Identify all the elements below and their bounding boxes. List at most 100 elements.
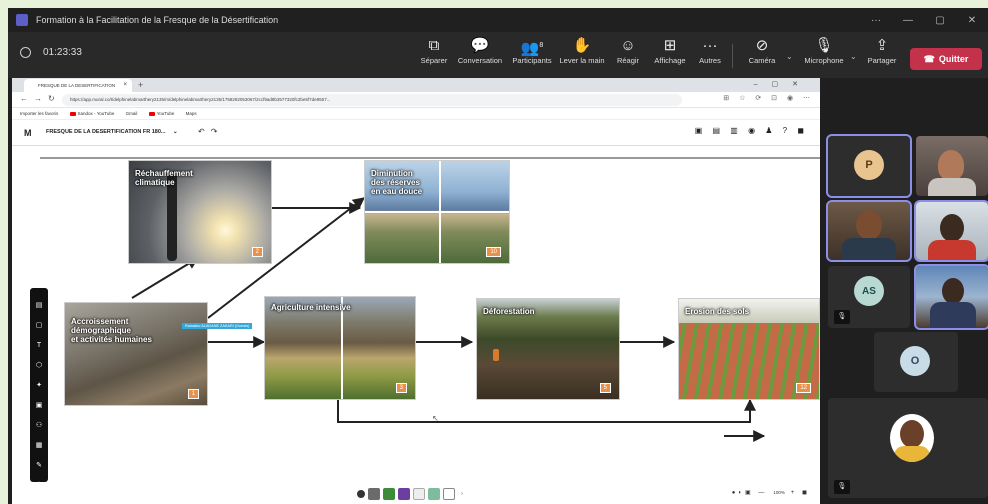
camera-options-chevron-icon[interactable]: ⌄ [786,52,793,61]
presence-icon[interactable] [357,490,365,498]
sticky-note-icon[interactable]: ▢ [36,316,43,336]
url-field[interactable]: https://app.mural.co/t/delphinelabmarthe… [62,94,682,106]
browser-extension-icons[interactable]: ⊞ ☆ ⟳ ⊡ ◉ ⋯ [723,94,814,102]
participant-tile-p[interactable]: P [826,134,912,198]
grid-icon: ⊞ [663,37,677,54]
raise-hand-icon: ✋ [572,37,592,54]
participants-label: Participants [512,56,552,65]
participants-gallery: P AS 🎙 O 🎙 [820,78,988,504]
collaborator-avatar[interactable] [443,488,455,500]
card-photo [265,297,415,399]
more-options-icon[interactable]: ··· [860,15,892,26]
person-face [942,278,964,304]
conversation-button[interactable]: 💬 Conversation [452,36,508,74]
bookmark-youtube-label: YouTube [156,111,175,116]
participant-tile-o[interactable]: O [874,332,958,392]
card-label: Agriculture intensive [271,303,351,312]
microphone-button[interactable]: 🎙 Microphone [796,36,852,74]
image-icon[interactable]: ▣ [36,396,43,416]
participant-video-tile[interactable] [914,200,988,262]
avatar-initials: AS [862,285,876,297]
bookmark-maps[interactable]: Maps [186,111,197,116]
partager-button[interactable]: ⇪ Partager [854,36,910,74]
mural-left-toolbar: ▤ ▢ T ⬡ ✦ ▣ ⚇ ▦ ✎ ⇩ [30,288,48,489]
person-body [930,302,976,328]
tab-title: FRESQUE DE LA DESERTIFICATION [38,83,116,88]
collaborator-avatar[interactable] [413,488,425,500]
person-body [928,240,976,260]
avatar-photo [890,414,934,462]
window-title: Formation à la Facilitation de la Fresqu… [36,15,279,25]
templates-icon[interactable]: ▤ [36,296,43,316]
undo-redo-icons[interactable]: ↶↷ [198,127,223,136]
mic-muted-icon: 🎙 [834,480,850,494]
person-figure [493,349,499,361]
shapes-icon[interactable]: ⬡ [36,356,42,376]
people-icon: 👥8 [520,40,544,57]
icons-icon[interactable]: ✦ [36,376,42,396]
participant-tile-as[interactable]: AS 🎙 [828,266,910,328]
reagir-label: Réagir [616,56,640,65]
avatar: P [854,150,884,180]
bookmark-import[interactable]: Importer les favoris [20,111,58,116]
card-label: Réchauffement climatique [135,169,193,188]
camera-off-icon: ⊘ [755,37,769,54]
card-deforestation[interactable]: Déforestation 5 [476,298,620,400]
quit-button[interactable]: ☎ Quitter [910,48,982,70]
browser-nav-icons[interactable]: ←→↻ [20,94,61,103]
window-controls: ··· — ▢ ✕ [860,8,988,32]
bookmarks-bar: Importer les favoris Sandox - YouTube Gm… [12,108,820,120]
tab-close-icon[interactable]: × [123,79,127,92]
meeting-toolbar: 01:23:33 ⧉ Séparer 💬 Conversation 👥8 Par… [8,32,988,78]
bookmark-gmail[interactable]: Gmail [126,111,138,116]
card-number-badge: 5 [599,383,611,393]
avatar: O [900,346,930,376]
browser-tab[interactable]: FRESQUE DE LA DESERTIFICATION × [24,79,132,92]
card-accroissement[interactable]: Accroissement démographique et activités… [64,302,208,406]
table-icon[interactable]: ▦ [36,436,43,456]
close-icon[interactable]: ✕ [956,15,988,26]
conversation-label: Conversation [457,56,503,65]
minimize-icon[interactable]: — [892,15,924,26]
card-agriculture[interactable]: Agriculture intensive 3 [264,296,416,400]
mural-logo[interactable]: M [24,128,32,138]
participants-button[interactable]: 👥8 Participants [504,36,560,74]
title-bar: Formation à la Facilitation de la Fresqu… [8,8,988,32]
diagram-icon[interactable]: ⚇ [36,416,42,436]
mural-canvas[interactable]: Réchauffement climatique 2 Diminution de… [12,146,820,504]
card-diminution[interactable]: Diminution des réserves en eau douce 10 [364,160,510,264]
text-icon[interactable]: T [37,336,41,356]
bookmark-sandox[interactable]: Sandox - YouTube [69,111,114,116]
camera-button[interactable]: ⊘ Caméra [734,36,790,74]
collaborator-avatar[interactable] [398,488,410,500]
share-icon: ⇪ [875,37,889,54]
participant-video-tile[interactable]: 🎙 [828,398,988,498]
mural-tool-icons[interactable]: ▣ ▤ ▥ ◉ ♟ ? ◼ [695,126,808,135]
collaborator-avatar[interactable] [368,488,380,500]
person-face [938,150,964,180]
card-number-badge: 3 [395,383,407,393]
collaborator-avatar[interactable] [428,488,440,500]
avatar-initials: O [910,355,920,367]
zoom-controls[interactable]: ●◐▣ —100% + ◼ [732,489,810,496]
mural-bottom-bar: › ●◐▣ —100% + ◼ [12,486,820,504]
browser-window-controls[interactable]: –▢✕ [754,78,812,92]
collaborator-avatar[interactable] [383,488,395,500]
person-face [940,214,964,242]
chat-icon: 💬 [470,37,490,54]
card-rechauffement[interactable]: Réchauffement climatique 2 [128,160,272,264]
card-erosion[interactable]: Erosion des sols 12 [678,298,820,400]
chevron-right-icon[interactable]: › [458,488,466,500]
autres-button[interactable]: ··· Autres [682,36,738,74]
draw-icon[interactable]: ✎ [36,456,42,476]
mic-muted-icon: 🎙 [834,310,850,324]
card-label: Déforestation [483,307,535,316]
maximize-icon[interactable]: ▢ [924,15,956,26]
participant-video-tile[interactable] [826,200,912,262]
board-name[interactable]: FRESQUE DE LA DESERTIFICATION FR 180... … [46,129,178,135]
bookmark-youtube[interactable]: YouTube [148,111,175,116]
new-tab-icon[interactable]: + [138,78,143,92]
participant-video-tile[interactable] [914,264,988,330]
participant-video-tile[interactable] [916,136,988,196]
card-number-badge: 2 [251,247,263,257]
